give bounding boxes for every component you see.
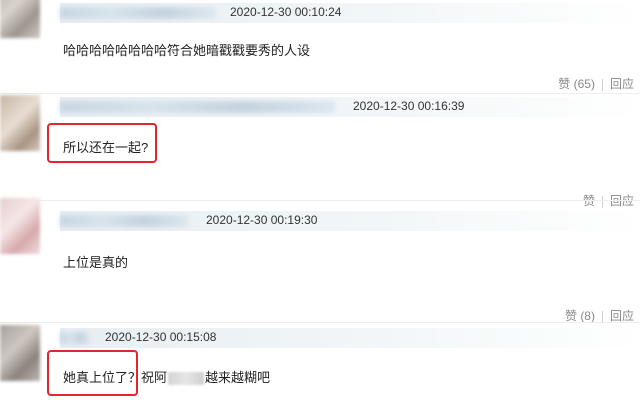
username-blurred[interactable] <box>60 332 90 344</box>
comment-meta: 2020-12-30 00:15:08 <box>60 328 640 348</box>
avatar[interactable] <box>0 325 40 381</box>
divider <box>0 322 640 323</box>
like-count: (65) <box>573 77 595 91</box>
username-blurred[interactable] <box>60 215 188 227</box>
avatar[interactable] <box>0 0 40 38</box>
like-button[interactable]: 赞 (65) <box>558 75 595 92</box>
highlight-box <box>47 350 138 396</box>
reply-button[interactable]: 回应 <box>610 75 634 92</box>
comment-timestamp: 2020-12-30 00:19:30 <box>206 213 318 227</box>
like-label: 赞 <box>558 77 571 91</box>
comment-text-part: 祝阿 <box>141 370 168 385</box>
comment-text: 上位是真的 <box>63 255 129 270</box>
highlight-box <box>47 123 157 163</box>
name-mosaic <box>168 372 205 386</box>
comment-text-part: 越来越糊吧 <box>205 370 271 385</box>
username-blurred[interactable] <box>60 7 215 19</box>
comment-meta: 2020-12-30 00:16:39 <box>60 97 640 117</box>
comment-timestamp: 2020-12-30 00:10:24 <box>230 5 342 19</box>
divider <box>0 200 640 201</box>
like-count: (8) <box>580 309 595 323</box>
comment-meta: 2020-12-30 00:19:30 <box>60 211 640 231</box>
comment-actions: 赞 (65) 回应 <box>558 75 634 92</box>
avatar[interactable] <box>0 198 40 254</box>
comment-timestamp: 2020-12-30 00:16:39 <box>353 99 465 113</box>
divider <box>0 93 640 94</box>
comment-meta: 2020-12-30 00:10:24 <box>60 3 640 23</box>
comment-timestamp: 2020-12-30 00:15:08 <box>105 330 217 344</box>
divider <box>601 195 603 208</box>
comment-text: 哈哈哈哈哈哈哈哈符合她暗戳戳要秀的人设 <box>63 43 311 58</box>
avatar[interactable] <box>0 95 40 151</box>
username-blurred[interactable] <box>60 101 335 113</box>
divider <box>601 78 603 91</box>
